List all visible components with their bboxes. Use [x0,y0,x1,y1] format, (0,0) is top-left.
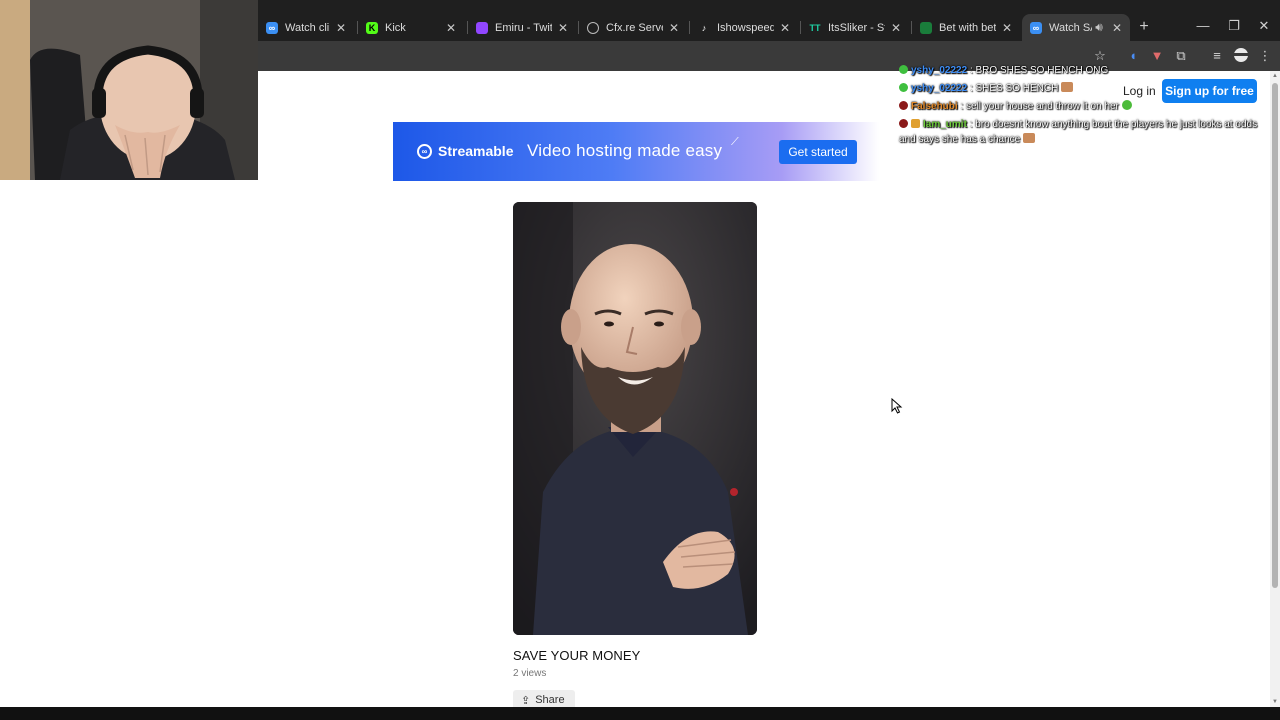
tab-close-icon[interactable]: ✕ [1110,21,1124,35]
chat-badge-icon [911,119,920,128]
chat-message: yshy_02222 : SHES SO HENCH [899,81,1267,96]
scroll-up-arrow-icon[interactable]: ▲ [1270,71,1280,81]
tab-title: ItsSliker - Stream [828,21,885,34]
new-tab-button[interactable]: + [1136,17,1152,37]
minimize-button[interactable]: — [1195,16,1211,36]
chat-username: yshy_02222 [911,83,968,94]
tab-title: Cfx.re Server List [606,21,663,34]
audio-icon[interactable]: 🔊︎ [1092,20,1106,35]
streamable-logo: ∞ Streamable [417,143,513,159]
share-icon: ⇪ [521,694,531,707]
browser-tab[interactable]: Bet with bet365 - ✕ [912,14,1020,41]
get-started-button[interactable]: Get started [779,140,857,164]
chat-badge-icon [899,101,908,110]
chat-message: yshy_02222 : BRO SHES SO HENCH ONG [899,63,1267,78]
tab-title: Kick [385,21,406,34]
emote-icon [1121,100,1132,110]
tab-close-icon[interactable]: ✕ [444,21,458,35]
scroll-down-arrow-icon[interactable]: ▼ [1270,697,1280,707]
emote-icon [1023,133,1036,143]
video-player[interactable] [513,202,757,635]
tt-icon: TT [809,22,821,33]
tab-title: Watch clip_01KGY [285,21,330,34]
streamable-icon: ∞ [266,21,278,34]
browser-tab[interactable]: K Kick ✕ [358,14,464,41]
tab-close-icon[interactable]: ✕ [334,21,348,35]
streamable-logo-icon: ∞ [417,143,432,159]
chat-username: yshy_02222 [911,65,968,76]
taskbar-edge [0,707,1280,720]
browser-tab[interactable]: ♪ Ishowspeed finish ✕ [690,14,798,41]
tab-close-icon[interactable]: ✕ [778,21,792,35]
restore-button[interactable]: ❐ [1226,16,1242,36]
bet365-icon [920,21,932,34]
chat-text: : BRO SHES SO HENCH ONG [969,65,1109,76]
kick-icon: K [366,21,378,34]
promo-banner[interactable]: ∞ Streamable Video hosting made easy ⟋ G… [393,122,879,181]
tiktok-icon: ♪ [701,22,707,33]
close-window-button[interactable]: ✕ [1256,16,1272,36]
tab-title: Bet with bet365 - [939,21,996,34]
chat-message: Iam_umit : bro doesnt know anything bout… [899,117,1267,147]
streamable-icon: ∞ [1030,21,1042,34]
stream-chat-overlay: yshy_02222 : BRO SHES SO HENCH ONG yshy_… [899,63,1267,150]
tab-close-icon[interactable]: ✕ [556,21,570,35]
emote-icon [1061,82,1074,92]
chat-text: : sell your house and throw it on her [960,101,1119,112]
chat-message: Falsehubi : sell your house and throw it… [899,99,1267,114]
video-frame [513,202,757,635]
sparkle-icon: ⟋ [731,136,739,148]
browser-tab-active[interactable]: ∞ Watch SAVE Y 🔊︎ ✕ [1022,14,1130,41]
chat-badge-icon [899,65,908,74]
share-label: Share [535,694,565,706]
scrollbar-thumb[interactable] [1272,83,1278,588]
page-scrollbar[interactable]: ▲ ▼ [1270,71,1280,707]
tab-title: Ishowspeed finish [717,21,774,34]
webcam-overlay [0,0,258,180]
view-count: 2 views [513,668,547,679]
chat-username: Falsehubi [911,101,958,112]
banner-tagline: Video hosting made easy [527,141,723,160]
twitch-icon [476,21,488,34]
chat-username: Iam_umit [923,119,967,130]
chat-badge-icon [899,83,908,92]
tab-title: Emiru - Twitch [495,21,552,34]
webcam-feed [0,0,258,180]
browser-tab[interactable]: TT ItsSliker - Stream ✕ [801,14,909,41]
chat-text: : SHES SO HENCH [969,83,1059,94]
browser-tab[interactable]: ∞ Watch clip_01KGY ✕ [258,14,354,41]
brand-name: Streamable [438,143,514,159]
video-title: SAVE YOUR MONEY [513,648,641,663]
mouse-cursor-icon [891,398,903,414]
browser-tab[interactable]: Cfx.re Server List ✕ [579,14,687,41]
tab-close-icon[interactable]: ✕ [889,21,903,35]
tab-close-icon[interactable]: ✕ [1000,21,1014,35]
chat-badge-icon [899,119,908,128]
tab-title: Watch SAVE Y [1049,21,1092,34]
tab-close-icon[interactable]: ✕ [667,21,681,35]
globe-icon [587,21,599,34]
browser-tab[interactable]: Emiru - Twitch ✕ [468,14,576,41]
